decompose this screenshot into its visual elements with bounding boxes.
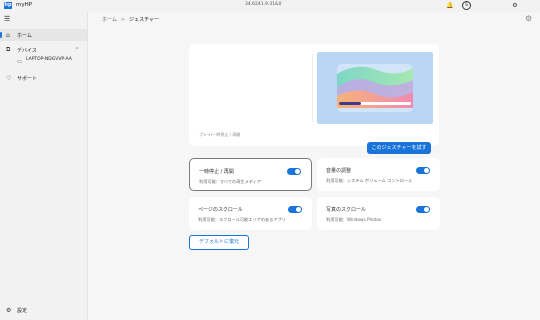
sidebar-item-devices[interactable]: ⧉ デバイス ⌃ <box>0 44 87 56</box>
title-bar: hp myHP 34.6241.9.31&0 🔔 S ⚙ <box>0 0 540 12</box>
photo-scroll-toggle[interactable] <box>416 206 430 213</box>
gesture-tile-photo-scroll[interactable]: 写真のスクロール 利用可能：Windows Photos <box>317 197 440 230</box>
gesture-tile-page-scroll[interactable]: ページのスクロール 利用可能：スクロール可能エリアのあるアプリ <box>189 197 312 230</box>
tile-title: ページのスクロール <box>198 207 243 213</box>
sidebar-item-label: 設定 <box>17 307 28 314</box>
tile-subtitle: 利用可能：すべての再生メディア <box>199 179 262 184</box>
volume-toggle[interactable] <box>416 167 430 174</box>
devices-icon: ⧉ <box>6 46 11 53</box>
hamburger-menu-icon[interactable]: ☰ <box>4 15 10 23</box>
restore-defaults-button[interactable]: デフォルトに復元 <box>189 235 249 250</box>
breadcrumb-home[interactable]: ホーム <box>102 17 117 23</box>
tile-title: 一時停止 / 再開 <box>199 169 234 175</box>
sidebar: ☰ ⌂ ホーム ⧉ デバイス ⌃ ▭ LAPTOP-NDGVVP-AA ♡ サポ… <box>0 12 87 320</box>
tile-subtitle: 利用可能：スクロール可能エリアのあるアプリ <box>198 217 286 222</box>
tile-title: 音量の調整 <box>326 168 352 174</box>
settings-gear-icon[interactable]: ⚙ <box>525 14 532 23</box>
hp-logo-icon: hp <box>4 2 12 9</box>
sidebar-item-label: デバイス <box>17 47 37 54</box>
main-content: ホーム > ジェスチャー ⚙ プレイ/一時停止 / 再開 このジェスチャーを試す… <box>87 12 540 320</box>
sidebar-item-device[interactable]: LAPTOP-NDGVVP-AA <box>26 57 86 63</box>
app-title: myHP <box>16 2 33 8</box>
chevron-up-icon[interactable]: ⌃ <box>75 47 79 53</box>
try-gesture-button[interactable]: このジェスチャーを試す <box>367 142 431 154</box>
gesture-hint-text: プレイ/一時停止 / 再開 <box>199 132 241 137</box>
breadcrumb: ホーム > ジェスチャー <box>102 16 159 23</box>
gear-icon: ⚙ <box>6 306 12 314</box>
sidebar-item-label: ホーム <box>17 32 32 39</box>
laptop-icon: ▭ <box>17 59 22 65</box>
tile-subtitle: 利用可能：システム ボリューム コントロール <box>326 178 413 183</box>
sidebar-item-label: サポート <box>17 75 38 82</box>
support-icon: ♡ <box>6 74 12 82</box>
bell-icon[interactable]: 🔔 <box>445 1 455 11</box>
user-avatar[interactable]: S <box>462 1 471 10</box>
divider <box>312 54 313 122</box>
gear-icon[interactable]: ⚙ <box>510 1 520 11</box>
gesture-preview-image <box>317 52 433 124</box>
sidebar-item-support[interactable]: ♡ サポート <box>0 72 87 84</box>
page-scroll-toggle[interactable] <box>288 206 302 213</box>
tile-title: 写真のスクロール <box>326 207 367 213</box>
sidebar-item-settings[interactable]: ⚙ 設定 <box>0 304 87 316</box>
app-version: 34.6241.9.31&0 <box>245 2 282 7</box>
chevron-right-icon: > <box>120 17 126 23</box>
gesture-tile-play-pause[interactable]: 一時停止 / 再開 利用可能：すべての再生メディア <box>189 158 312 191</box>
gesture-tile-volume[interactable]: 音量の調整 利用可能：システム ボリューム コントロール <box>317 158 440 191</box>
breadcrumb-current: ジェスチャー <box>129 17 160 23</box>
play-pause-toggle[interactable] <box>287 168 301 175</box>
home-icon: ⌂ <box>6 31 10 39</box>
gesture-preview-card: プレイ/一時停止 / 再開 このジェスチャーを試す <box>189 44 439 154</box>
tile-subtitle: 利用可能：Windows Photos <box>326 217 382 222</box>
sidebar-item-home[interactable]: ⌂ ホーム <box>0 29 87 41</box>
